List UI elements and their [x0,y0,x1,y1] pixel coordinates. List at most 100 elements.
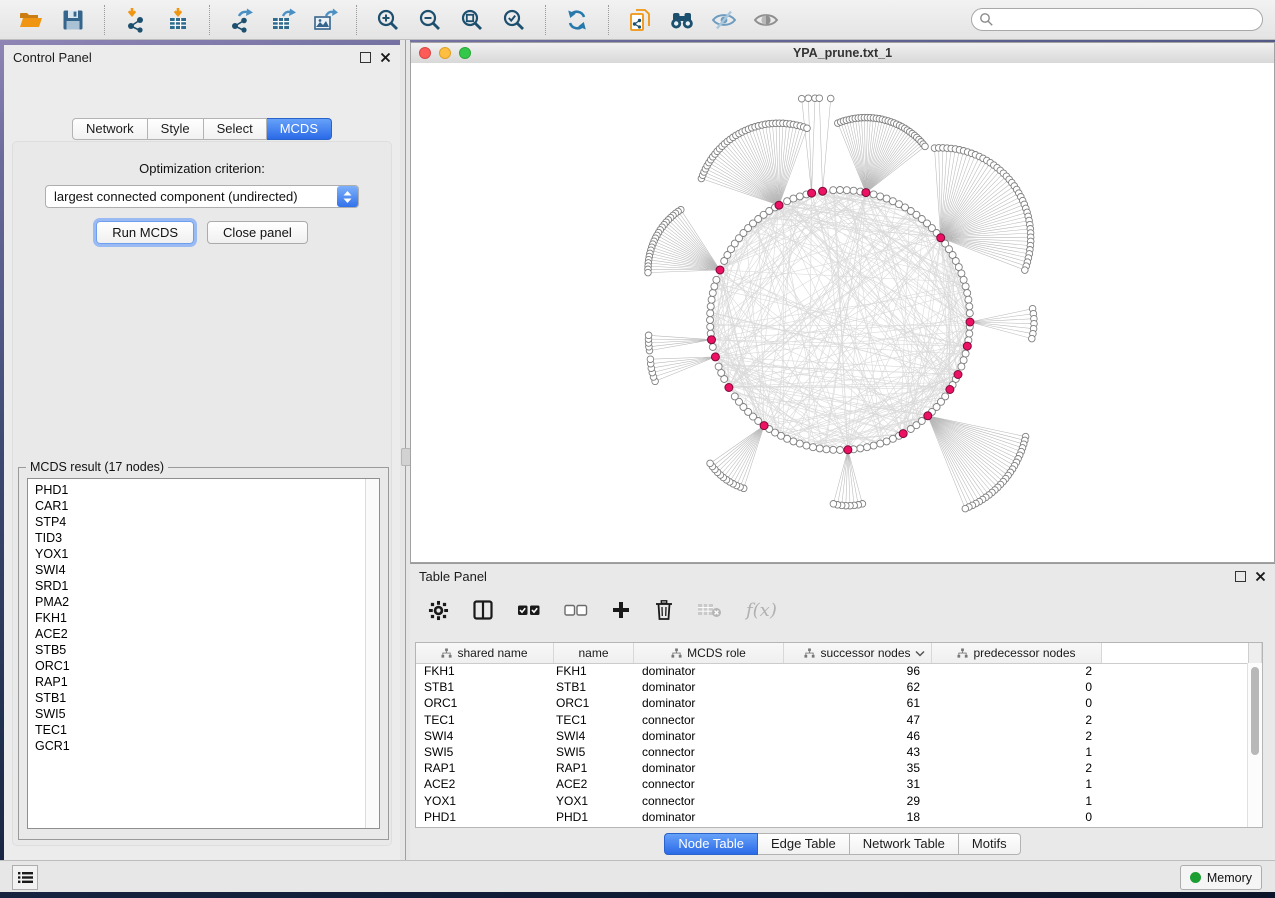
control-panel: Control Panel NetworkStyleSelectMCDS Opt… [4,45,400,860]
table-row[interactable]: SWI5SWI5connector431 [416,744,1248,760]
mcds-result-item[interactable]: SWI5 [28,706,379,722]
tab-select[interactable]: Select [204,118,267,140]
column-header-successor-nodes[interactable]: successor nodes [784,643,932,663]
tab-style[interactable]: Style [148,118,204,140]
float-panel-icon[interactable] [1235,571,1246,582]
mcds-result-item[interactable]: PHD1 [28,482,379,498]
export-image-icon[interactable] [310,5,340,35]
open-session-icon[interactable] [16,5,46,35]
column-header-shared-name[interactable]: shared name [416,643,554,663]
memory-status-icon [1190,872,1201,883]
mcds-result-item[interactable]: PMA2 [28,594,379,610]
mcds-result-title: MCDS result (17 nodes) [26,460,168,474]
mcds-result-item[interactable]: SWI4 [28,562,379,578]
mcds-result-item[interactable]: GCR1 [28,738,379,754]
table-row[interactable]: SWI4SWI4dominator462 [416,728,1248,744]
mcds-result-item[interactable]: TID3 [28,530,379,546]
panel-splitter[interactable] [400,40,410,860]
delete-table-icon [697,601,723,619]
mcds-result-item[interactable]: YOX1 [28,546,379,562]
create-column-icon[interactable] [611,600,631,620]
mcds-result-item[interactable]: ORC1 [28,658,379,674]
mcds-result-item[interactable]: STB5 [28,642,379,658]
control-panel-titlebar: Control Panel [4,45,400,69]
network-window-titlebar[interactable]: YPA_prune.txt_1 [411,43,1274,64]
select-all-rows-icon[interactable] [517,603,541,617]
mcds-result-item[interactable]: CAR1 [28,498,379,514]
show-column-panel-icon[interactable] [472,599,494,621]
mcds-result-item[interactable]: STB1 [28,690,379,706]
column-header-MCDS-role[interactable]: MCDS role [634,643,784,663]
find-icon[interactable] [667,5,697,35]
close-panel-button[interactable]: Close panel [207,221,308,244]
function-builder-icon: f(x) [746,600,777,621]
toolbar-separator [209,5,210,35]
zoom-in-icon[interactable] [373,5,403,35]
table-row[interactable]: FKH1FKH1dominator962 [416,663,1248,679]
table-row[interactable]: PHD1PHD1dominator180 [416,809,1248,825]
delete-columns-icon[interactable] [654,599,674,621]
close-panel-icon[interactable] [1255,571,1266,582]
import-table-icon[interactable] [163,5,193,35]
refresh-view-icon[interactable] [562,5,592,35]
table-row[interactable]: YOX1YOX1connector291 [416,793,1248,809]
mcds-result-item[interactable]: ACE2 [28,626,379,642]
select-stepper-icon [337,186,358,207]
float-panel-icon[interactable] [360,52,371,63]
network-graph[interactable] [411,63,1274,562]
deselect-all-rows-icon[interactable] [564,603,588,617]
zoom-fit-icon[interactable] [457,5,487,35]
mcds-result-list[interactable]: PHD1CAR1STP4TID3YOX1SWI4SRD1PMA2FKH1ACE2… [27,478,380,829]
tab-network-table[interactable]: Network Table [850,833,959,855]
mcds-result-item[interactable]: TEC1 [28,722,379,738]
table-scrollbar[interactable] [1247,663,1262,827]
tab-edge-table[interactable]: Edge Table [758,833,850,855]
tab-network[interactable]: Network [72,118,148,140]
window-minimize-icon[interactable] [439,47,451,59]
panel-menu-button[interactable] [12,865,38,890]
zoom-selected-icon[interactable] [499,5,529,35]
mcds-result-item[interactable]: FKH1 [28,610,379,626]
import-network-icon[interactable] [121,5,151,35]
tab-mcds[interactable]: MCDS [267,118,332,140]
tab-node-table[interactable]: Node Table [664,833,758,855]
table-row[interactable]: RAP1RAP1dominator352 [416,760,1248,776]
network-canvas[interactable] [411,63,1274,562]
hide-unhide-graphics-icon[interactable] [709,5,739,35]
toolbar-separator [104,5,105,35]
table-row[interactable]: TEC1TEC1connector472 [416,712,1248,728]
memory-label: Memory [1207,871,1252,885]
network-title: YPA_prune.txt_1 [793,46,892,60]
table-panel-title: Table Panel [419,569,1235,584]
save-session-icon[interactable] [58,5,88,35]
export-table-icon[interactable] [268,5,298,35]
table-row[interactable]: ORC1ORC1dominator610 [416,695,1248,711]
status-bar: Memory [0,860,1275,892]
window-maximize-icon[interactable] [459,47,471,59]
export-network-icon[interactable] [226,5,256,35]
close-panel-icon[interactable] [380,52,391,63]
table-row[interactable]: STB1STB1dominator620 [416,679,1248,695]
mcds-result-item[interactable]: RAP1 [28,674,379,690]
table-mode-gear-icon[interactable] [428,600,449,621]
scrollbar-thumb[interactable] [1251,667,1259,755]
clone-network-icon[interactable] [625,5,655,35]
column-header-predecessor-nodes[interactable]: predecessor nodes [932,643,1102,663]
column-header-name[interactable]: name [554,643,634,663]
zoom-out-icon[interactable] [415,5,445,35]
run-mcds-button[interactable]: Run MCDS [96,221,194,244]
mcds-list-scrollbar[interactable] [365,479,379,828]
column-header-filler [1102,643,1248,663]
window-close-icon[interactable] [419,47,431,59]
mcds-result-item[interactable]: SRD1 [28,578,379,594]
control-panel-title: Control Panel [13,50,360,65]
tab-motifs[interactable]: Motifs [959,833,1021,855]
table-tabs: Node TableEdge TableNetwork TableMotifs [664,833,1020,855]
optimization-criterion-value: largest connected component (undirected) [46,189,337,204]
show-graphics-details-icon[interactable] [751,5,781,35]
table-row[interactable]: ACE2ACE2connector311 [416,776,1248,792]
optimization-criterion-select[interactable]: largest connected component (undirected) [45,185,359,208]
search-input[interactable] [971,8,1263,31]
memory-button[interactable]: Memory [1180,865,1262,890]
mcds-result-item[interactable]: STP4 [28,514,379,530]
